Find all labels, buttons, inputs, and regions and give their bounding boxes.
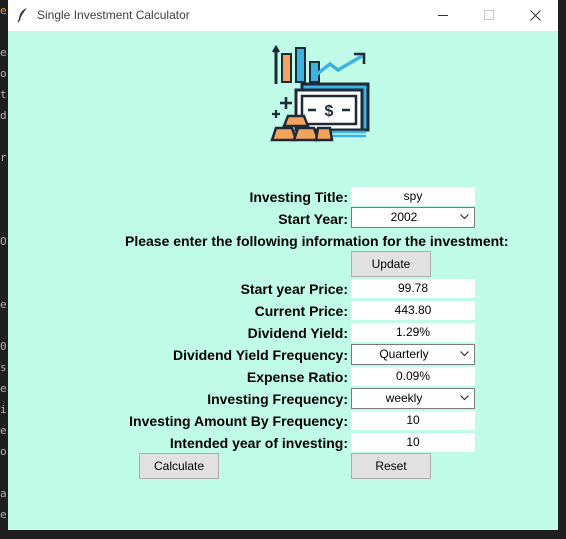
current-price-field[interactable]: 443.80 — [351, 301, 475, 320]
svg-text:$: $ — [325, 103, 334, 120]
background-editor-gutter: eeotdrOe0seieoae — [0, 0, 8, 539]
maximize-button[interactable] — [466, 0, 512, 31]
minimize-icon — [438, 15, 448, 16]
minimize-button[interactable] — [420, 0, 466, 31]
close-icon — [530, 10, 541, 21]
close-button[interactable] — [512, 0, 558, 31]
investing-frequency-label: Investing Frequency: — [207, 391, 348, 407]
start-year-label: Start Year: — [278, 211, 348, 227]
dividend-frequency-selected: Quarterly — [379, 347, 429, 361]
expense-ratio-field[interactable]: 0.09% — [351, 367, 475, 386]
start-year-price-label: Start year Price: — [240, 281, 348, 297]
title-bar: Single Investment Calculator — [8, 0, 558, 31]
update-button[interactable]: Update — [351, 251, 431, 277]
investing-title-label: Investing Title: — [249, 189, 348, 205]
reset-button[interactable]: Reset — [351, 453, 431, 479]
calculate-button[interactable]: Calculate — [139, 453, 219, 479]
dividend-frequency-select[interactable]: Quarterly — [351, 344, 475, 365]
background-editor-bottom — [0, 530, 566, 539]
investing-frequency-select[interactable]: weekly — [351, 388, 475, 409]
investing-frequency-selected: weekly — [385, 391, 423, 405]
amount-by-frequency-field[interactable]: 10 — [351, 411, 475, 430]
expense-ratio-label: Expense Ratio: — [246, 369, 348, 385]
chevron-down-icon — [460, 395, 469, 401]
maximize-icon — [484, 10, 494, 20]
dividend-frequency-label: Dividend Yield Frequency: — [172, 347, 348, 363]
chevron-down-icon — [460, 351, 469, 357]
amount-by-frequency-label: Investing Amount By Frequency: — [129, 413, 348, 429]
dividend-yield-field[interactable]: 1.29% — [351, 323, 475, 342]
instruction-text: Please enter the following information f… — [125, 233, 509, 249]
start-year-price-field[interactable]: 99.78 — [351, 279, 475, 298]
intended-years-field[interactable]: 10 — [351, 433, 475, 452]
background-editor-right — [558, 0, 566, 539]
investing-title-field[interactable]: spy — [351, 187, 475, 206]
chevron-down-icon — [460, 214, 469, 220]
investment-money-gold-chart-icon: $ — [270, 44, 370, 142]
start-year-select[interactable]: 2002 — [351, 207, 475, 228]
start-year-selected: 2002 — [390, 210, 418, 224]
calculator-window: Single Investment Calculator $ Investing… — [8, 0, 558, 530]
intended-years-label: Intended year of investing: — [169, 435, 348, 451]
current-price-label: Current Price: — [254, 303, 348, 319]
dividend-yield-label: Dividend Yield: — [247, 325, 348, 341]
window-title: Single Investment Calculator — [37, 8, 190, 22]
feather-icon — [17, 8, 27, 23]
